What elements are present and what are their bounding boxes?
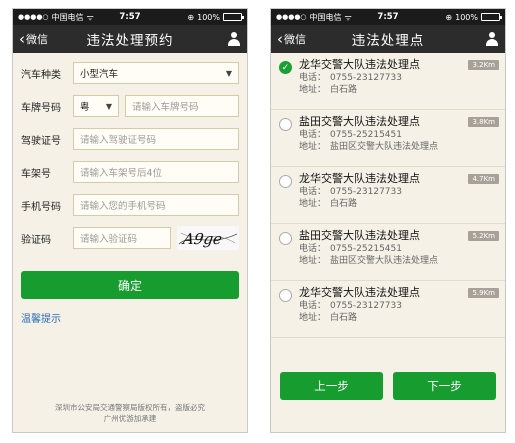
dropdown-arrow-icon: ▼ — [105, 101, 112, 111]
plate-row: 车牌号码 粤 ▼ 请输入车牌号码 — [21, 95, 239, 117]
wifi-icon: ᯤ — [344, 12, 352, 22]
frame-input[interactable]: 请输入车架号后4位 — [73, 161, 239, 183]
next-step-button[interactable]: 下一步 — [393, 372, 496, 400]
location-address: 地址： 白石路 — [299, 199, 358, 209]
vehicle-type-select[interactable]: 小型汽车 ▼ — [73, 62, 239, 84]
tips-link[interactable]: 温馨提示 — [21, 310, 239, 325]
location-phone: 电话： 0755-23127733 — [299, 187, 402, 197]
wifi-icon: ᯤ — [86, 12, 94, 22]
back-label: 微信 — [284, 33, 306, 46]
back-button[interactable]: ‹ 微信 — [277, 31, 306, 47]
rotation-lock-icon: ⊕ — [187, 12, 195, 22]
confirm-button[interactable]: 确定 — [21, 271, 239, 299]
nav-bar: ‹ 微信 违法处理点 — [271, 25, 505, 53]
frame-label: 车架号 — [21, 168, 51, 180]
list-item[interactable]: 龙华交警大队违法处理点 电话： 0755-23127733 地址： 白石路 4.7K… — [271, 167, 505, 224]
footer-copyright: 深圳市公安局交通警察局版权所有，盗版必究 — [55, 403, 205, 412]
distance-badge: 5.9Km — [468, 288, 499, 298]
carrier-label: 中国电信 — [309, 12, 342, 22]
footer-builder: 广州优游加承建 — [103, 414, 157, 423]
location-phone: 电话： 0755-23127733 — [299, 301, 402, 311]
status-bar: ●●●●○ 中国电信 ᯤ 7:57 ⊕ 100% — [271, 9, 505, 25]
license-label: 驾驶证号 — [21, 135, 61, 147]
location-phone: 电话： 0755-25215451 — [299, 244, 402, 254]
status-bar: ●●●●○ 中国电信 ᯤ 7:57 ⊕ 100% — [13, 9, 247, 25]
list-item[interactable]: 盐田交警大队违法处理点 电话： 0755-25215451 地址： 盐田区交警大队违… — [271, 224, 505, 281]
captcha-text: A9ge — [180, 230, 223, 248]
radio-button[interactable] — [279, 289, 292, 302]
vehicle-type-row: 汽车种类 小型汽车 ▼ — [21, 62, 239, 84]
step-buttons: 上一步 下一步 — [280, 372, 496, 400]
prev-step-button[interactable]: 上一步 — [280, 372, 383, 400]
location-address: 地址： 白石路 — [299, 85, 358, 95]
user-icon[interactable] — [227, 32, 241, 46]
vehicle-type-label: 汽车种类 — [21, 69, 61, 81]
location-phone: 电话： 0755-23127733 — [299, 73, 402, 83]
dropdown-arrow-icon: ▼ — [225, 68, 232, 78]
footer: 深圳市公安局交通警察局版权所有，盗版必究 广州优游加承建 — [13, 402, 247, 424]
phone-input[interactable]: 请输入您的手机号码 — [73, 194, 239, 216]
page-title: 违法处理预约 — [86, 33, 174, 49]
vehicle-type-value: 小型汽车 — [80, 69, 119, 80]
list-item[interactable]: 盐田交警大队违法处理点 电话： 0755-25215451 地址： 盐田区交警大队违… — [271, 110, 505, 167]
back-label: 微信 — [26, 33, 48, 46]
license-input[interactable]: 请输入驾驶证号码 — [73, 128, 239, 150]
nav-bar: ‹ 微信 违法处理预约 — [13, 25, 247, 53]
captcha-input[interactable]: 请输入验证码 — [73, 227, 171, 249]
location-phone: 电话： 0755-25215451 — [299, 130, 402, 140]
plate-label: 车牌号码 — [21, 102, 61, 114]
distance-badge: 3.2Km — [468, 60, 499, 70]
frame-row: 车架号 请输入车架号后4位 — [21, 161, 239, 183]
distance-badge: 4.7Km — [468, 174, 499, 184]
phone-row: 手机号码 请输入您的手机号码 — [21, 194, 239, 216]
captcha-label: 验证码 — [21, 234, 51, 246]
radio-button[interactable] — [279, 232, 292, 245]
battery-percent: 100% — [197, 12, 220, 22]
location-address: 地址： 盐田区交警大队违法处理点 — [299, 142, 439, 152]
list-item[interactable]: 龙华交警大队违法处理点 电话： 0755-23127733 地址： 白石路 5.9K… — [271, 281, 505, 338]
location-address: 地址： 白石路 — [299, 313, 358, 323]
back-button[interactable]: ‹ 微信 — [19, 31, 48, 47]
battery-icon — [223, 13, 244, 21]
distance-badge: 5.2Km — [468, 231, 499, 241]
location-address: 地址： 盐田区交警大队违法处理点 — [299, 256, 439, 266]
location-list: ✓ 龙华交警大队违法处理点 电话： 0755-23127733 地址： 白石路 3.… — [271, 53, 505, 338]
phone-label: 手机号码 — [21, 201, 61, 213]
captcha-row: 验证码 请输入验证码 A9ge — [21, 226, 239, 250]
list-item[interactable]: ✓ 龙华交警大队违法处理点 电话： 0755-23127733 地址： 白石路 3.… — [271, 53, 505, 110]
radio-button[interactable] — [279, 118, 292, 131]
province-select[interactable]: 粤 ▼ — [73, 95, 119, 117]
radio-button-checked[interactable]: ✓ — [279, 61, 292, 74]
phone-screen-appointment: ●●●●○ 中国电信 ᯤ 7:57 ⊕ 100% ‹ 微信 违法处理预约 汽车种… — [12, 8, 248, 433]
signal-icon: ●●●●○ — [18, 13, 49, 21]
user-icon[interactable] — [485, 32, 499, 46]
rotation-lock-icon: ⊕ — [445, 12, 453, 22]
check-icon: ✓ — [281, 62, 290, 73]
page-title: 违法处理点 — [351, 33, 425, 49]
license-row: 驾驶证号 请输入驾驶证号码 — [21, 128, 239, 150]
phone-screen-locations: ●●●●○ 中国电信 ᯤ 7:57 ⊕ 100% ‹ 微信 违法处理点 ✓ 龙华… — [270, 8, 506, 433]
plate-input[interactable]: 请输入车牌号码 — [125, 95, 239, 117]
distance-badge: 3.8Km — [468, 117, 499, 127]
carrier-label: 中国电信 — [51, 12, 84, 22]
captcha-image[interactable]: A9ge — [177, 226, 239, 250]
signal-icon: ●●●●○ — [276, 13, 307, 21]
battery-percent: 100% — [455, 12, 478, 22]
battery-icon — [481, 13, 502, 21]
appointment-form: 汽车种类 小型汽车 ▼ 车牌号码 粤 ▼ 请输入车牌号码 驾驶证号 请输入驾驶证… — [13, 62, 247, 250]
province-value: 粤 — [80, 102, 90, 113]
radio-button[interactable] — [279, 175, 292, 188]
chevron-left-icon: ‹ — [277, 29, 283, 48]
chevron-left-icon: ‹ — [19, 29, 25, 48]
